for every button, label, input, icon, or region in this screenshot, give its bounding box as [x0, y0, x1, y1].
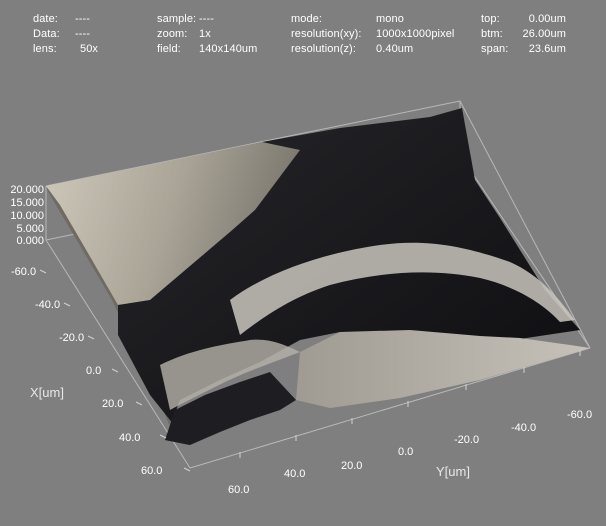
x-tick-label: 60.0 — [141, 465, 162, 477]
x-tick-label: 20.0 — [102, 398, 123, 410]
x-tick-label: -20.0 — [59, 332, 84, 344]
z-tick-label: 15.000 — [10, 197, 44, 209]
x-tick-label: -60.0 — [11, 266, 36, 278]
y-axis-labels: 60.0 40.0 20.0 0.0 -20.0 -40.0 -60.0 Y[u… — [228, 409, 592, 496]
z-axis-labels: 20.000 15.000 10.000 5.000 0.000 — [10, 184, 44, 247]
y-axis-title: Y[um] — [436, 464, 470, 479]
y-tick-label: -20.0 — [454, 434, 479, 446]
surface-right-plateau — [296, 330, 590, 408]
y-tick-label: 20.0 — [341, 460, 362, 472]
y-tick-label: 0.0 — [398, 446, 413, 458]
z-tick-label: 10.000 — [10, 210, 44, 222]
y-tick-label: 40.0 — [284, 468, 305, 480]
z-tick-label: 5.000 — [16, 223, 44, 235]
y-tick-label: -60.0 — [567, 409, 592, 421]
y-tick-label: 60.0 — [228, 484, 249, 496]
y-tick-label: -40.0 — [511, 422, 536, 434]
z-tick-label: 0.000 — [16, 235, 44, 247]
x-tick-label: -40.0 — [35, 299, 60, 311]
x-tick-label: 0.0 — [86, 365, 101, 377]
x-tick-label: 40.0 — [119, 432, 140, 444]
surface-3d-view[interactable]: 20.000 15.000 10.000 5.000 0.000 -60.0 -… — [0, 0, 606, 526]
z-tick-label: 20.000 — [10, 184, 44, 196]
x-axis-title: X[um] — [30, 385, 64, 400]
